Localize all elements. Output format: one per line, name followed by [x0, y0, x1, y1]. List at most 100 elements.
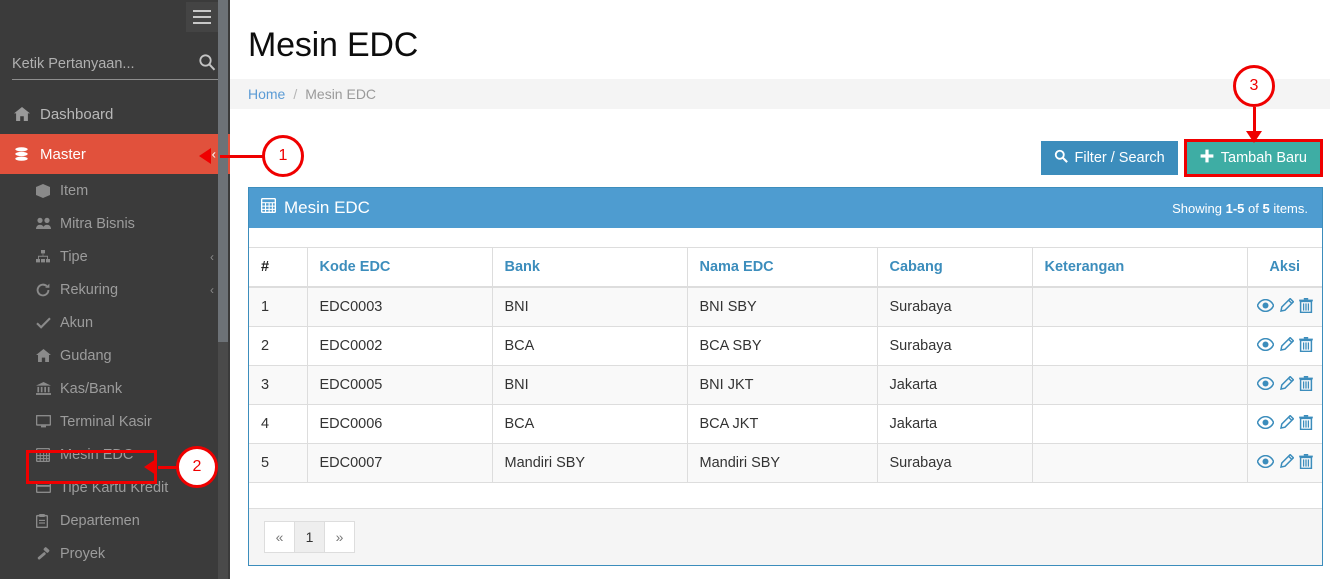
hamburger-icon[interactable] — [186, 2, 218, 32]
refresh-icon — [36, 283, 60, 297]
sidebar-item-departemen[interactable]: Departemen — [0, 504, 230, 537]
sidebar-item-item[interactable]: Item — [0, 174, 230, 207]
cell-aksi — [1247, 365, 1322, 405]
cell-nama-edc: BNI JKT — [687, 365, 878, 405]
cell-aksi — [1247, 287, 1322, 327]
annotation-3-number: 3 — [1249, 77, 1259, 94]
page-title: Mesin EDC — [248, 26, 419, 64]
sidebar-search — [12, 50, 218, 80]
cell-aksi — [1247, 404, 1322, 444]
column-header-number: # — [249, 247, 308, 288]
column-header-keterangan[interactable]: Keterangan — [1032, 247, 1248, 288]
cell-number: 3 — [249, 365, 308, 405]
search-icon[interactable] — [198, 53, 216, 71]
add-new-button-highlight: Tambah Baru — [1183, 139, 1323, 177]
cell-kode-edc: EDC0003 — [307, 287, 493, 327]
column-header-kode-edc[interactable]: Kode EDC — [307, 247, 493, 288]
breadcrumb-home-link[interactable]: Home — [248, 86, 285, 102]
delete-trash-icon[interactable] — [1298, 376, 1313, 391]
sidebar-item-label: Mesin EDC — [60, 446, 134, 463]
edit-pencil-icon[interactable] — [1279, 337, 1294, 352]
cell-bank: BNI — [492, 287, 688, 327]
pagination-page-1[interactable]: 1 — [294, 521, 325, 553]
view-eye-icon[interactable] — [1256, 416, 1274, 429]
cell-number: 2 — [249, 326, 308, 366]
sidebar-item-terminal-kasir[interactable]: Terminal Kasir — [0, 405, 230, 438]
database-icon — [14, 146, 40, 162]
sidebar-item-akun[interactable]: Akun — [0, 306, 230, 339]
plus-icon — [1200, 149, 1214, 167]
pagination-next[interactable]: » — [324, 521, 355, 553]
sidebar-topbar — [0, 0, 230, 42]
pagination: « 1 » — [264, 521, 355, 553]
sidebar-item-master[interactable]: Master ‹ — [0, 134, 230, 174]
cell-bank: Mandiri SBY — [492, 443, 688, 483]
annotation-3-arrow — [1246, 131, 1262, 143]
table-row: 3 EDC0005 BNI BNI JKT Jakarta — [249, 365, 1322, 405]
column-header-bank[interactable]: Bank — [492, 247, 688, 288]
cell-cabang: Surabaya — [877, 287, 1033, 327]
cell-bank: BCA — [492, 326, 688, 366]
edit-pencil-icon[interactable] — [1279, 376, 1294, 391]
sidebar-scrollbar-thumb[interactable] — [218, 0, 228, 342]
table-head: # Kode EDC Bank Nama EDC Cabang Keterang… — [249, 247, 1322, 288]
sidebar-item-rekuring[interactable]: Rekuring ‹ — [0, 273, 230, 306]
filter-search-button[interactable]: Filter / Search — [1040, 141, 1178, 175]
view-eye-icon[interactable] — [1256, 338, 1274, 351]
add-new-button[interactable]: Tambah Baru — [1186, 142, 1320, 174]
calculator-icon — [260, 197, 277, 218]
cell-keterangan — [1032, 443, 1248, 483]
table-row: 2 EDC0002 BCA BCA SBY Surabaya — [249, 326, 1322, 366]
chevron-left-icon: ‹ — [210, 282, 214, 297]
gavel-icon — [36, 546, 60, 561]
bank-icon — [36, 382, 60, 395]
sidebar-item-label: Tipe Kartu Kredit — [60, 479, 169, 496]
cell-keterangan — [1032, 287, 1248, 327]
sidebar-item-label: Item — [60, 182, 89, 199]
view-eye-icon[interactable] — [1256, 299, 1274, 312]
delete-trash-icon[interactable] — [1298, 454, 1313, 469]
credit-card-icon — [36, 482, 60, 493]
breadcrumb-separator: / — [293, 86, 298, 102]
pagination-prev[interactable]: « — [264, 521, 295, 553]
cell-nama-edc: BNI SBY — [687, 287, 878, 327]
sidebar-item-gudang[interactable]: Gudang — [0, 339, 230, 372]
panel-title-group: Mesin EDC — [260, 197, 370, 218]
delete-trash-icon[interactable] — [1298, 337, 1313, 352]
sidebar: Dashboard Master ‹ Item — [0, 0, 230, 579]
delete-trash-icon[interactable] — [1298, 298, 1313, 313]
sidebar-item-proyek[interactable]: Proyek — [0, 537, 230, 570]
sidebar-item-kas-bank[interactable]: Kas/Bank — [0, 372, 230, 405]
breadcrumb-current: Mesin EDC — [305, 86, 377, 102]
column-header-aksi: Aksi — [1247, 247, 1322, 288]
sidebar-nav: Dashboard Master ‹ Item Mitra Bisnis Tip… — [0, 94, 230, 570]
edit-pencil-icon[interactable] — [1279, 415, 1294, 430]
column-header-cabang[interactable]: Cabang — [877, 247, 1033, 288]
annotation-1-number: 1 — [278, 147, 288, 164]
pagination-bar: « 1 » — [249, 509, 1322, 565]
cell-cabang: Surabaya — [877, 443, 1033, 483]
cell-aksi — [1247, 443, 1322, 483]
cell-cabang: Jakarta — [877, 365, 1033, 405]
search-input[interactable] — [12, 50, 187, 78]
edit-pencil-icon[interactable] — [1279, 454, 1294, 469]
annotation-2-arrow — [144, 459, 156, 475]
home-icon — [36, 349, 60, 362]
annotation-marker-2: 2 — [176, 446, 218, 488]
delete-trash-icon[interactable] — [1298, 415, 1313, 430]
annotation-marker-1: 1 — [262, 135, 304, 177]
annotation-2-number: 2 — [192, 458, 202, 475]
view-eye-icon[interactable] — [1256, 455, 1274, 468]
cell-nama-edc: BCA SBY — [687, 326, 878, 366]
sidebar-item-mitra-bisnis[interactable]: Mitra Bisnis — [0, 207, 230, 240]
view-eye-icon[interactable] — [1256, 377, 1274, 390]
sidebar-item-dashboard[interactable]: Dashboard — [0, 94, 230, 134]
sidebar-item-tipe[interactable]: Tipe ‹ — [0, 240, 230, 273]
summary-spacer — [249, 228, 1322, 247]
action-icon-group — [1256, 337, 1313, 352]
edit-pencil-icon[interactable] — [1279, 298, 1294, 313]
annotation-1-line — [220, 155, 268, 158]
column-header-nama-edc[interactable]: Nama EDC — [687, 247, 878, 288]
action-icon-group — [1256, 454, 1313, 469]
chevron-left-icon: ‹ — [211, 146, 216, 162]
